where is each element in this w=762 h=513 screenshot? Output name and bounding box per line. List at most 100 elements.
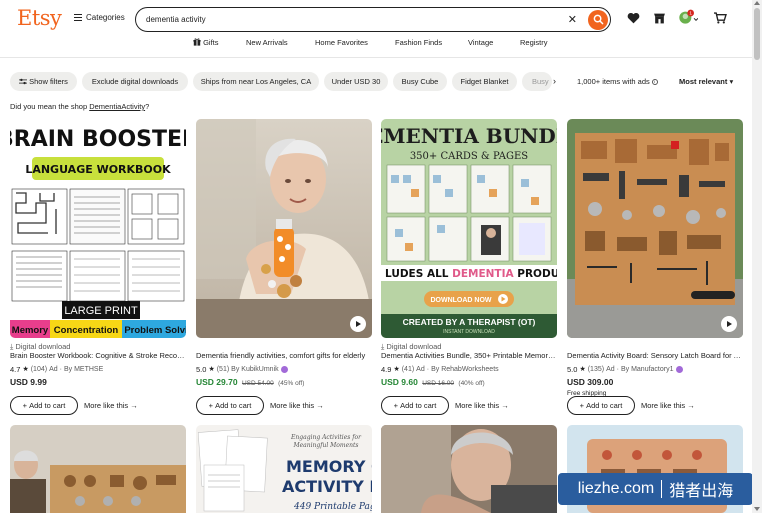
more-like-this-label: More like this <box>455 401 500 410</box>
review-count: (104) <box>30 365 48 373</box>
chip-under-usd-30[interactable]: Under USD 30 <box>324 72 388 91</box>
image-text-l3: LARGE PRINT <box>64 305 138 317</box>
suggestion-prefix: Did you mean the shop <box>10 102 90 111</box>
nav-gifts-label: Gifts <box>203 38 219 47</box>
chip-busy-cube[interactable]: Busy Cube <box>393 72 447 91</box>
categories-label: Categories <box>86 13 125 22</box>
separator-dot: · <box>426 365 430 373</box>
review-count: (135) <box>587 365 605 373</box>
play-video-icon[interactable] <box>350 316 366 332</box>
image-text-l7: CREATED BY A THERAPIST (OT) <box>403 317 536 327</box>
more-like-this-link[interactable]: More like this → <box>455 401 509 410</box>
cart-icon[interactable] <box>713 12 727 26</box>
chip-fidget-blanket[interactable]: Fidget Blanket <box>452 72 517 91</box>
download-icon: ⤓ <box>381 342 385 351</box>
arrow-right-icon: → <box>130 401 138 410</box>
scroll-thumb[interactable] <box>754 8 760 60</box>
show-filters-button[interactable]: Show filters <box>10 72 77 91</box>
discount-percent: (45% off) <box>278 380 305 387</box>
price: USD 309.00 <box>567 377 614 387</box>
product-info: ⤓ Digital download Dementia Activities B… <box>381 342 557 388</box>
add-to-cart-button[interactable]: + Add to cart <box>10 396 78 415</box>
star-seller-badge-icon <box>675 365 683 373</box>
product-image[interactable] <box>567 119 743 338</box>
product-image-row2[interactable] <box>10 425 186 513</box>
add-to-cart-button[interactable]: + Add to cart <box>381 396 449 415</box>
scroll-up-arrow-icon[interactable] <box>754 1 760 5</box>
search-bar[interactable]: ✕ <box>135 7 611 32</box>
original-price: USD 16.00 <box>422 380 455 387</box>
shop-name[interactable]: By RehabWorksheets <box>431 366 499 373</box>
product-card[interactable]: Dementia Activity Board: Sensory Latch B… <box>567 119 743 415</box>
sort-dropdown[interactable]: Most relevant ▾ <box>679 77 733 86</box>
plus-icon: + <box>393 401 398 410</box>
image-text-l4: DEMENTIA <box>452 268 514 280</box>
did-you-mean: Did you mean the shop DementiaActivity? <box>10 102 149 111</box>
more-like-this-label: More like this <box>270 401 315 410</box>
product-rating: 5.0 ★ (135) Ad · By Manufactory1 <box>567 364 743 374</box>
nav-vintage[interactable]: Vintage <box>468 38 493 47</box>
favorites-heart-icon[interactable] <box>627 12 640 26</box>
add-to-cart-button[interactable]: + Add to cart <box>196 396 264 415</box>
more-like-this-link[interactable]: More like this → <box>641 401 695 410</box>
product-image[interactable] <box>196 119 372 338</box>
results-count: 1,000+ items with ads i <box>577 77 658 86</box>
categories-button[interactable]: Categories <box>74 13 125 22</box>
etsy-logo[interactable]: Etsy <box>17 6 62 30</box>
product-image[interactable]: EMENTIA BUNDL 350+ CARDS & PAGES LUDES A… <box>381 119 557 338</box>
product-info: Dementia friendly activities, comfort gi… <box>196 342 372 388</box>
chip-scroll-right-icon[interactable]: › <box>553 76 556 86</box>
product-title[interactable]: Dementia friendly activities, comfort gi… <box>196 351 372 361</box>
product-card[interactable]: Dementia friendly activities, comfort gi… <box>196 119 372 415</box>
plus-icon: + <box>208 401 213 410</box>
arrow-right-icon: → <box>316 401 324 410</box>
product-image-row2[interactable]: Engaging Activities for Meaningful Momen… <box>196 425 372 513</box>
chip-busy-partial[interactable]: Busy <box>522 72 552 91</box>
price: USD 9.99 <box>10 377 47 387</box>
info-icon[interactable]: i <box>651 79 658 86</box>
chip-ships-from-la[interactable]: Ships from near Los Angeles, CA <box>193 72 319 91</box>
shop-name[interactable]: By Manufactory1 <box>621 366 674 373</box>
more-like-this-link[interactable]: More like this → <box>84 401 138 410</box>
price-row: USD 29.70 USD 54.00 (45% off) <box>196 377 372 388</box>
more-like-this-link[interactable]: More like this → <box>270 401 324 410</box>
suggestion-suffix: ? <box>145 102 150 111</box>
rating-value: 5.0 <box>567 364 578 374</box>
product-rating: 4.9 ★ (41) Ad · By RehabWorksheets <box>381 364 557 374</box>
page-scrollbar[interactable] <box>752 0 762 513</box>
scroll-down-arrow-icon[interactable] <box>754 507 760 511</box>
suggested-shop-link[interactable]: DementiaActivity <box>89 102 145 111</box>
price-row: USD 309.00 <box>567 377 743 388</box>
review-count: (41) <box>401 365 415 373</box>
price-row: USD 9.99 <box>10 377 186 388</box>
rating-value: 5.0 <box>196 364 207 374</box>
product-image-row2[interactable] <box>381 425 557 513</box>
separator-dot: · <box>616 365 619 373</box>
nav-new-arrivals[interactable]: New Arrivals <box>246 38 288 47</box>
play-video-icon[interactable] <box>721 316 737 332</box>
product-title[interactable]: Dementia Activity Board: Sensory Latch B… <box>567 351 743 361</box>
nav-registry[interactable]: Registry <box>520 38 548 47</box>
product-title[interactable]: Dementia Activities Bundle, 350+ Printab… <box>381 351 557 361</box>
product-card[interactable]: EMENTIA BUNDL 350+ CARDS & PAGES LUDES A… <box>381 119 557 415</box>
filter-icon <box>19 78 28 85</box>
add-to-cart-button[interactable]: + Add to cart <box>567 396 635 415</box>
product-image[interactable]: BRAIN BOOSTER LANGUAGE WORKBOOK LARGE PR… <box>10 119 186 338</box>
product-title[interactable]: Brain Booster Workbook: Cognitive & Stro… <box>10 351 186 361</box>
shop-name[interactable]: By METHSE <box>64 366 103 373</box>
product-card[interactable]: BRAIN BOOSTER LANGUAGE WORKBOOK LARGE PR… <box>10 119 186 415</box>
nav-home-favorites[interactable]: Home Favorites <box>315 38 368 47</box>
search-button[interactable] <box>588 9 608 30</box>
shop-manager-icon[interactable] <box>653 12 666 26</box>
price-row: USD 9.60 USD 16.00 (40% off) <box>381 377 557 388</box>
product-rating: 5.0 ★ (51) By KubikUmnik <box>196 364 372 374</box>
shop-name[interactable]: By KubikUmnik <box>231 366 278 373</box>
product-actions: + Add to cart More like this → <box>567 396 743 416</box>
search-input[interactable] <box>146 15 546 24</box>
nav-gifts[interactable]: Gifts <box>193 38 219 47</box>
ad-label: Ad <box>416 365 425 373</box>
clear-search-icon[interactable]: ✕ <box>568 13 577 26</box>
chip-exclude-digital[interactable]: Exclude digital downloads <box>82 72 188 91</box>
nav-fashion-finds[interactable]: Fashion Finds <box>395 38 442 47</box>
profile-avatar-icon[interactable]: 1 <box>678 9 699 27</box>
